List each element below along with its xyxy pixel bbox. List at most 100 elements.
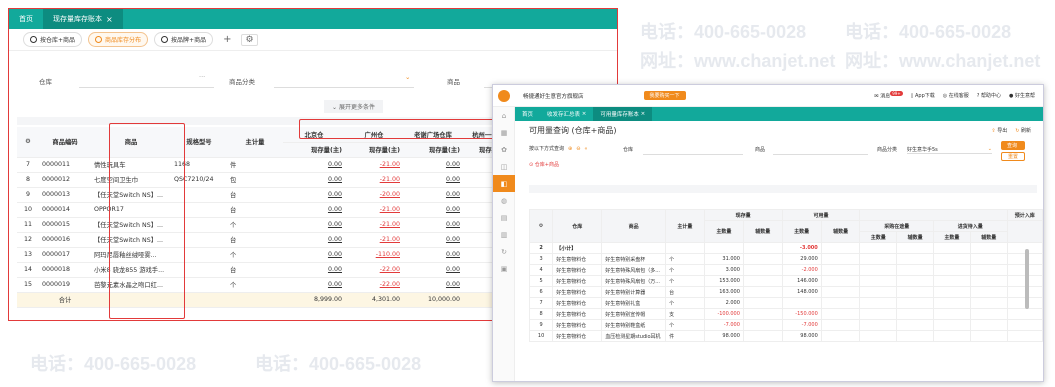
tab-home[interactable]: 首页 [515,107,540,121]
grid-icon[interactable]: ▣ [493,260,515,277]
cell-guangzhou[interactable]: -20.00 [345,187,403,203]
table-header-row: ⚙ 仓库 商品 主计量 现存量 可用量 预计入库 [528,209,1043,243]
table-row[interactable]: 8 0000012 七度空间卫生巾 QSC7210/24 包 0.00 -21.00 0.00… [17,172,513,188]
money-icon[interactable]: ◍ [493,192,515,209]
home-icon[interactable]: ⌂ [493,107,515,124]
view-by-brand-product[interactable]: 按品牌+商品 [154,32,214,47]
gear-icon[interactable]: ⚙ [241,33,258,46]
cell-laoxie[interactable]: 0.00 [403,262,463,278]
cell-beijing[interactable]: 0.00 [283,202,345,218]
cell-guangzhou[interactable]: -21.00 [345,217,403,233]
add-icon[interactable]: ⊕ [568,146,572,152]
cell-laoxie[interactable]: 0.00 [403,247,463,263]
refresh-button[interactable]: ↻ 刷新 [1015,127,1031,134]
bag-icon[interactable]: ◫ [493,158,515,175]
cell-beijing[interactable]: 0.00 [283,262,345,278]
table-row[interactable]: 6 好生意物料仓 好生意特别计算器台 163.000 148.000 [528,286,1043,298]
cell-guangzhou[interactable]: -21.00 [345,202,403,218]
table-row[interactable]: 3 好生意物料仓 好生意特别采盘杯个 31.000 29.000 [528,253,1043,265]
col-code[interactable]: 商品编码 [39,127,91,158]
cell-laoxie[interactable]: 0.00 [403,187,463,203]
app-download-link[interactable]: ▯ App下载 [911,92,935,99]
table-row[interactable]: 11 0000015 【任天堂Switch NS】... 个 0.00 -21.00 0.0… [17,217,513,233]
cell-laoxie[interactable]: 0.00 [403,277,463,293]
cell-beijing[interactable]: 0.00 [283,247,345,263]
table-row[interactable]: 4 好生意物料仓 好生意特殊风扇包（多... 个 3.000 -2.000 [528,264,1043,276]
help-center-link[interactable]: ? 帮助中心 [977,92,1001,99]
table-row[interactable]: 70000011情性玩具车1168件0.00-21.000.000.00 [17,157,513,173]
cell-guangzhou[interactable]: -21.00 [345,157,403,173]
table-row[interactable]: 9 0000013 【任天堂Switch NS】... 台 0.00 -20.00 0.00… [17,187,513,203]
remove-icon[interactable]: ⊖ [576,146,580,152]
table-row[interactable]: 2 【小计】 -3.000 [528,242,1043,254]
col-unit[interactable]: 主计量 [665,209,705,243]
warehouse-input[interactable] [643,154,743,155]
warehouse-picker[interactable]: ··· [199,73,205,81]
table-row[interactable]: 150000019芭黎元素水晶之吻口红...个0.00-22.000.000.0… [17,277,513,293]
scrollbar[interactable] [1025,249,1029,309]
view-product-distribution[interactable]: 商品库存分布 [88,32,149,47]
cell-beijing[interactable]: 0.00 [283,277,345,293]
settings-icon[interactable]: ⚙ [17,127,39,158]
sync-icon[interactable]: ↻ [493,243,515,260]
calendar-icon[interactable]: ▦ [493,124,515,141]
cell-beijing[interactable]: 0.00 [283,232,345,248]
cell-beijing[interactable]: 0.00 [283,217,345,233]
cell-laoxie[interactable]: 0.00 [403,232,463,248]
table-row[interactable]: 8 好生意物料仓 好生意特别宣传帽支 -100.000 -150.000 [528,308,1043,320]
cell-laoxie[interactable]: 0.00 [403,172,463,188]
cell-unit: 个 [665,275,705,287]
chevron-down-icon[interactable]: ⌄ [405,73,410,81]
cell-beijing[interactable]: 0.00 [283,172,345,188]
settings-icon[interactable]: ✿ [493,141,515,158]
cell-beijing[interactable]: 0.00 [283,157,345,173]
table-row[interactable]: 14 0000018 小米8 骁龙855 游戏手... 台 0.00 -22.00 0.00… [17,262,513,278]
category-select[interactable]: 好生意华手5s ⌄ [907,146,992,154]
cube-icon [30,36,37,43]
chevron-left-icon[interactable]: « [584,146,587,152]
table-row[interactable]: 7 好生意物料仓 好生意特别礼盒个 2.000 [528,297,1043,309]
message-link[interactable]: ✉ 消息99+ [874,91,903,100]
cell-guangzhou[interactable]: -22.00 [345,262,403,278]
table-row[interactable]: 100000014OPPOR17台0.00-21.000.000.00 [17,202,513,218]
col-product[interactable]: 商品 [601,209,667,243]
table-row[interactable]: 9 好生意物料仓 好生意特别鞋盒纸个 -7.000 -7.000 [528,319,1043,331]
tab-receive-send-summary[interactable]: 收发存汇总表 × [540,107,593,121]
table-row[interactable]: 12 0000016 【任天堂Switch NS】... 台 0.00 -21.00 0.0… [17,232,513,248]
table-row[interactable]: 130000017阿玛尼唇釉丝绒哑雾...个0.00-110.000.000.0… [17,247,513,263]
settings-icon[interactable]: ⚙ [528,209,554,243]
cell-laoxie[interactable]: 0.00 [403,202,463,218]
query-button[interactable]: 查询 [1001,141,1026,150]
cell-guangzhou[interactable]: -21.00 [345,172,403,188]
cell-beijing[interactable]: 0.00 [283,187,345,203]
col-unit[interactable]: 主计量 [227,127,283,158]
cell-laoxie[interactable]: 0.00 [403,157,463,173]
cell-guangzhou[interactable]: -110.00 [345,247,403,263]
report-icon[interactable]: ▥ [493,226,515,243]
cell-guangzhou[interactable]: -21.00 [345,232,403,248]
expand-filters-button[interactable]: ⌄ 展开更多条件 [324,100,383,113]
cell-guangzhou[interactable]: -22.00 [345,277,403,293]
product-input[interactable] [773,154,868,155]
reset-button[interactable]: 重置 [1001,152,1026,161]
close-icon[interactable]: × [106,15,113,24]
table-row[interactable]: 5 好生意物料仓 好生意特殊风扇包（万... 个 153.000 146.000 [528,275,1043,287]
export-button[interactable]: ⇪ 导出 [991,127,1007,134]
table-row[interactable]: 10 好生意物料仓 血压检测星期studio耳机件 98.000 98.000 [528,330,1043,342]
group-tag[interactable]: ⊙ 仓库+商品 [529,161,559,168]
online-service-link[interactable]: ◎ 在线客服 [943,92,969,99]
close-icon[interactable]: × [582,111,587,117]
warehouse-icon[interactable]: ◧ [493,175,515,192]
add-view-button[interactable]: + [219,34,235,45]
cell-laoxie[interactable]: 0.00 [403,217,463,233]
tab-inventory-ledger[interactable]: 现存量库存账本 × [43,9,123,29]
tab-home[interactable]: 首页 [9,9,43,29]
col-warehouse[interactable]: 仓库 [552,209,603,243]
user-menu[interactable]: ● 好生意帮 [1009,92,1035,99]
trial-button[interactable]: 我要购买一下 [643,91,686,100]
document-icon[interactable]: ▤ [493,209,515,226]
row-index: 9 [528,319,554,331]
close-icon[interactable]: × [641,111,646,117]
tab-available-ledger[interactable]: 可用量库存账本 × [593,107,653,121]
view-by-warehouse-product[interactable]: 按仓库+商品 [23,32,83,47]
